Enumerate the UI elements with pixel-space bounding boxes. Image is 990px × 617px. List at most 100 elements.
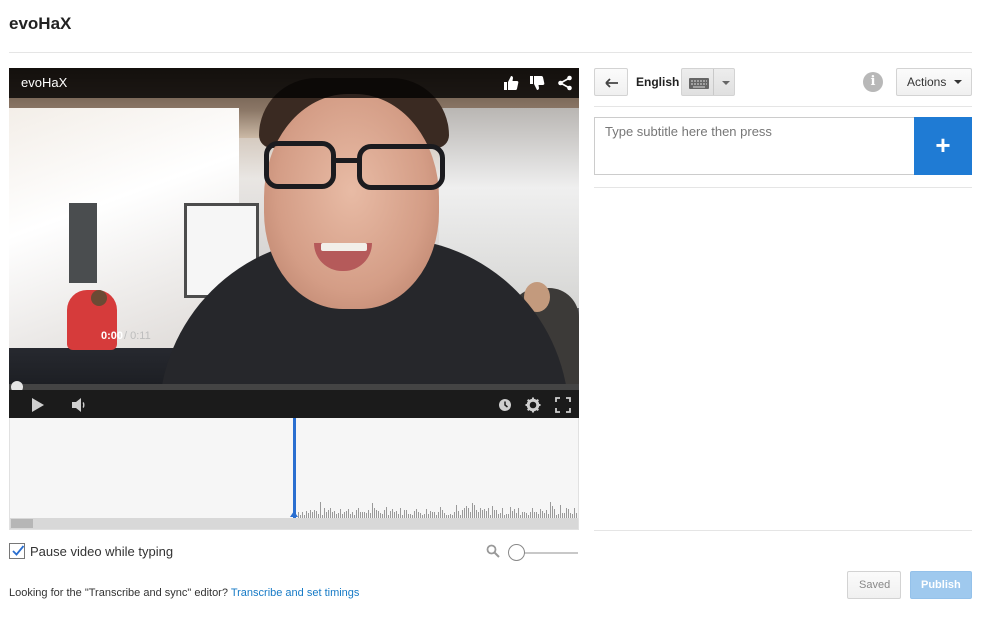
waveform-bar <box>466 506 467 518</box>
video-player[interactable]: evoHaX <box>9 68 579 418</box>
watch-later-icon[interactable] <box>497 397 513 413</box>
waveform-bar <box>492 506 493 518</box>
waveform-bar <box>540 509 541 518</box>
share-icon[interactable] <box>557 75 573 91</box>
title-divider <box>9 52 972 53</box>
waveform-bar <box>494 510 495 518</box>
waveform-bar <box>416 509 417 518</box>
back-button[interactable] <box>594 68 628 96</box>
waveform-bar <box>514 509 515 518</box>
waveform-bar <box>510 507 511 518</box>
waveform-bar <box>384 510 385 518</box>
waveform-bar <box>552 506 553 518</box>
language-label: English <box>636 75 680 89</box>
waveform-bar <box>400 508 401 518</box>
waveform-bar <box>406 510 407 518</box>
timeline-scrollbar[interactable] <box>10 518 578 529</box>
waveform-bar <box>310 510 311 518</box>
waveform-bar <box>378 511 379 518</box>
thumbs-up-icon[interactable] <box>503 75 519 91</box>
waveform-bar <box>324 508 325 518</box>
waveform-bar <box>392 509 393 518</box>
waveform-bar <box>560 505 561 518</box>
waveform-bar <box>566 508 567 518</box>
play-icon[interactable] <box>29 397 45 413</box>
waveform-bar <box>376 510 377 518</box>
editor-switch-hint: Looking for the "Transcribe and sync" ed… <box>9 587 359 599</box>
subtitle-input[interactable] <box>594 117 915 175</box>
waveform-bar <box>316 511 317 518</box>
waveform-bar <box>480 508 481 518</box>
fullscreen-icon[interactable] <box>555 397 571 413</box>
pause-while-typing-option[interactable]: Pause video while typing <box>9 542 173 560</box>
audio-waveform-timeline[interactable] <box>9 418 579 530</box>
waveform-bar <box>554 509 555 518</box>
waveform-bar <box>458 511 459 518</box>
waveform-bar <box>328 510 329 518</box>
player-title-bar: evoHaX <box>9 68 579 98</box>
waveform-bar <box>340 509 341 518</box>
waveform-bar <box>542 511 543 518</box>
time-total: / 0:11 <box>124 330 151 342</box>
pause-while-typing-label: Pause video while typing <box>30 543 174 559</box>
waveform-bar <box>488 508 489 518</box>
waveform-bar <box>474 505 475 518</box>
playhead-marker[interactable] <box>290 511 298 517</box>
waveform-bar <box>358 508 359 518</box>
settings-icon[interactable] <box>525 397 541 413</box>
waveform-bar <box>390 511 391 518</box>
waveform-bar <box>356 510 357 518</box>
editor-switch-text: Looking for the "Transcribe and sync" ed… <box>9 587 231 599</box>
waveform-bar <box>482 510 483 518</box>
waveform-bar <box>568 509 569 518</box>
waveform-bar <box>486 511 487 518</box>
waveform-bar <box>330 508 331 518</box>
waveform-bar <box>496 510 497 518</box>
waveform-bar <box>374 508 375 518</box>
player-controls <box>9 390 579 418</box>
waveform-bar <box>386 507 387 518</box>
waveform-bar <box>456 505 457 518</box>
waveform-bar <box>476 510 477 518</box>
playhead-cursor[interactable] <box>293 418 296 518</box>
waveform-bar <box>512 511 513 518</box>
time-current: 0:00 <box>101 330 124 342</box>
add-subtitle-button[interactable]: + <box>914 117 972 175</box>
waveform-bar <box>372 503 373 518</box>
waveform-bar <box>348 509 349 518</box>
transcribe-timings-link[interactable]: Transcribe and set timings <box>231 587 360 599</box>
zoom-icon <box>486 544 500 558</box>
arrow-left-icon <box>605 78 618 88</box>
waveform-bar <box>430 511 431 518</box>
publish-label: Publish <box>921 579 961 591</box>
zoom-slider-handle[interactable] <box>508 544 525 561</box>
volume-icon[interactable] <box>71 397 87 413</box>
waveform-bar <box>464 508 465 518</box>
keyboard-icon <box>689 78 730 89</box>
player-title: evoHaX <box>21 75 68 90</box>
waveform-bar <box>368 510 369 518</box>
waveform-bar <box>306 511 307 518</box>
waveform-bar <box>472 503 473 518</box>
waveform-bar <box>462 510 463 518</box>
waveform-bar <box>532 508 533 518</box>
thumbs-down-icon[interactable] <box>529 75 545 91</box>
waveform-bar <box>346 511 347 518</box>
keyboard-shortcuts-button[interactable] <box>681 68 735 96</box>
actions-label: Actions <box>907 75 947 89</box>
pause-while-typing-checkbox[interactable] <box>9 543 25 559</box>
waveform-bar <box>518 508 519 518</box>
waveform-bar <box>550 502 551 518</box>
page-title: evoHaX <box>9 14 72 33</box>
waveform-bar <box>320 502 321 518</box>
waveform-bar <box>440 507 441 518</box>
video-frame[interactable] <box>9 68 579 384</box>
caret-down-icon <box>954 80 962 84</box>
info-icon[interactable]: i <box>863 72 883 92</box>
waveform-bar <box>546 510 547 518</box>
waveform-bar <box>414 511 415 518</box>
timeline-scrollbar-thumb[interactable] <box>11 519 33 528</box>
waveform-bar <box>404 510 405 518</box>
saved-label: Saved <box>859 579 891 591</box>
waveform-bar <box>484 509 485 518</box>
